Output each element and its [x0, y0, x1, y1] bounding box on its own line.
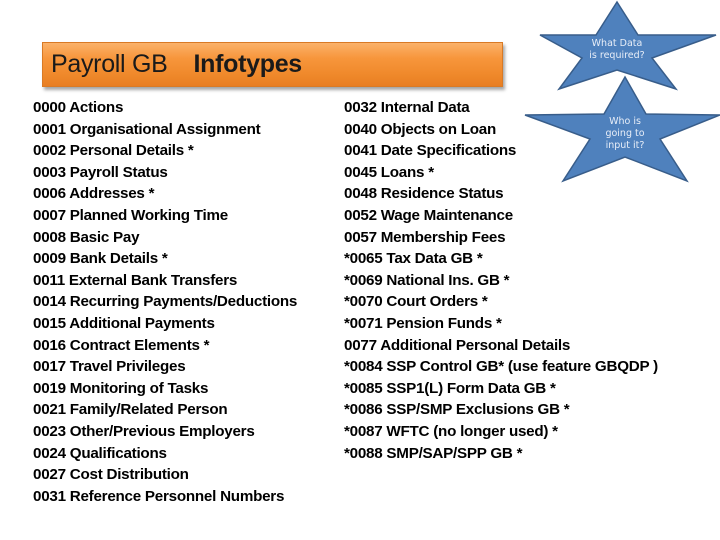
star-label-line: input it?: [605, 140, 645, 151]
list-item: 0011 External Bank Transfers: [33, 271, 238, 289]
list-item: 0015 Additional Payments: [33, 314, 215, 332]
infotypes-list-right: 0032 Internal Data 0040 Objects on Loan …: [344, 97, 658, 464]
title-infotypes: Infotypes: [193, 50, 302, 78]
star-label-what-data: What Data is required?: [585, 38, 649, 62]
list-item: 0014 Recurring Payments/Deductions: [33, 293, 298, 311]
list-item: 0017 Travel Privileges: [33, 358, 186, 376]
list-item: *0084 SSP Control GB* (use feature GBQDP…: [344, 358, 658, 376]
list-item: 0031 Reference Personnel Numbers: [33, 487, 285, 505]
list-item: 0077 Additional Personal Details: [344, 336, 571, 354]
list-item: 0000 Actions: [33, 99, 124, 116]
list-item: 0001 Organisational Assignment: [33, 120, 261, 138]
list-item: 0045 Loans *: [344, 163, 434, 181]
list-item: 0057 Membership Fees: [344, 228, 506, 246]
list-item: 0003 Payroll Status: [33, 163, 168, 181]
list-item: 0021 Family/Related Person: [33, 401, 228, 419]
list-item: *0071 Pension Funds *: [344, 314, 502, 332]
list-item: *0086 SSP/SMP Exclusions GB *: [344, 401, 570, 419]
star-label-who-input: Who is going to input it?: [597, 116, 653, 152]
list-item: *0088 SMP/SAP/SPP GB *: [344, 444, 523, 462]
list-item: 0023 Other/Previous Employers: [33, 422, 255, 440]
list-item: 0019 Monitoring of Tasks: [33, 379, 209, 397]
star-label-line: going to: [605, 128, 645, 139]
list-item: *0085 SSP1(L) Form Data GB *: [344, 379, 556, 397]
infotypes-list-left: 0000 Actions 0001 Organisational Assignm…: [33, 97, 297, 507]
star-label-line: What Data: [591, 38, 643, 49]
list-item: *0069 National Ins. GB *: [344, 271, 510, 289]
list-item: *0070 Court Orders *: [344, 293, 488, 311]
list-item: 0052 Wage Maintenance: [344, 206, 513, 224]
title-payroll-gb: Payroll GB: [51, 50, 168, 78]
list-item: 0024 Qualifications: [33, 444, 167, 462]
list-item: 0009 Bank Details *: [33, 250, 168, 268]
list-item: 0006 Addresses *: [33, 185, 155, 203]
list-item: 0008 Basic Pay: [33, 228, 140, 246]
list-item: *0065 Tax Data GB *: [344, 250, 483, 268]
star-label-line: is required?: [589, 50, 645, 61]
list-item: 0048 Residence Status: [344, 185, 504, 203]
list-item: 0002 Personal Details *: [33, 142, 194, 160]
star-label-line: Who is: [609, 116, 641, 127]
title-banner: Payroll GB Infotypes: [42, 42, 503, 87]
list-item: 0007 Planned Working Time: [33, 206, 228, 224]
list-item: 0027 Cost Distribution: [33, 466, 189, 484]
list-item: *0087 WFTC (no longer used) *: [344, 422, 558, 440]
list-item: 0016 Contract Elements *: [33, 336, 210, 354]
